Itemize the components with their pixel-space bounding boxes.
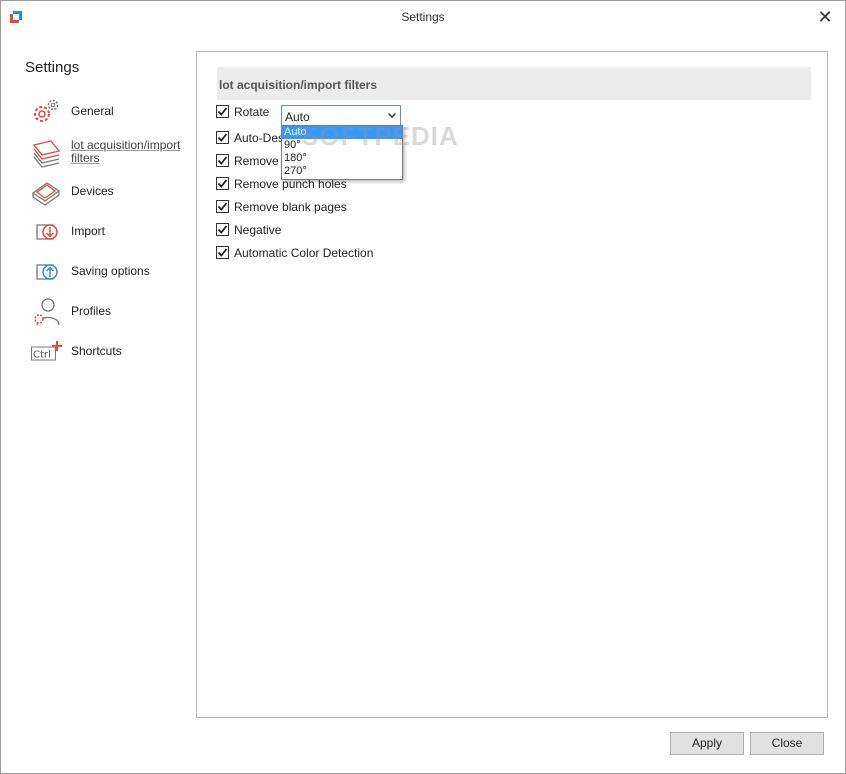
remove-punch-holes-checkbox[interactable] [216,177,229,190]
auto-deskew-checkbox[interactable] [216,131,229,144]
document-stack-icon [32,140,61,168]
rotate-checkbox[interactable] [216,105,229,118]
option-label: Negative [234,223,282,237]
close-icon[interactable]: ✕ [815,7,835,27]
sidebar-item-import[interactable]: Import [31,215,191,249]
sidebar-item-general[interactable]: General [31,95,191,129]
sidebar-item-devices[interactable]: Devices [31,175,191,209]
import-icon [36,224,58,240]
section-title: lot acquisition/import filters [219,78,378,92]
close-button[interactable]: Close [750,732,824,755]
sidebar-item-profiles[interactable]: Profiles [31,295,191,329]
svg-text:Ctrl: Ctrl [33,350,51,361]
rotate-option-auto[interactable]: Auto [282,126,402,139]
automatic-color-detection-checkbox[interactable] [216,246,229,259]
negative-checkbox[interactable] [216,223,229,236]
rotate-dropdown-list: Auto 90° 180° 270° [281,125,403,180]
sidebar-item-label: Import [71,224,106,238]
rotate-option-270[interactable]: 270° [282,165,402,178]
sidebar-heading: Settings [25,59,80,76]
sidebar-item-import-filters[interactable]: lot acquisition/import filters [31,137,191,171]
sidebar-item-label-line1: lot acquisition/import [71,138,181,152]
rotate-option-180[interactable]: 180° [282,152,402,165]
remove-blank-pages-checkbox[interactable] [216,200,229,213]
filters-panel: lot acquisition/import filters Rotate Au… [196,51,828,718]
window-title: Settings [401,10,445,24]
remove-b-checkbox[interactable] [216,154,229,167]
section-header: lot acquisition/import filters [217,67,811,100]
option-label: Remove blank pages [234,200,347,214]
sidebar-item-label-line2: filters [71,151,100,165]
sidebar-item-label: Devices [71,184,114,198]
sidebar-item-label: Saving options [71,264,150,278]
ctrl-key-icon: Ctrl [31,341,62,361]
option-label: Automatic Color Detection [234,246,374,260]
sidebar-item-shortcuts[interactable]: Ctrl Shortcuts [31,335,191,369]
rotate-select-value: Auto [285,110,310,124]
chevron-down-icon [388,113,396,118]
sidebar-item-label: Shortcuts [71,344,122,358]
sidebar-item-label: Profiles [71,304,112,318]
option-label: Rotate [234,105,270,119]
apply-button[interactable]: Apply [670,732,744,755]
profile-icon [34,298,60,326]
sidebar-item-label: General [71,104,114,118]
gear-icon [34,99,59,122]
settings-window: Settings ✕ Settings General lot acquisit… [0,0,846,774]
scanner-icon [31,182,61,206]
sidebar-item-label: lot acquisition/import filters [71,139,180,165]
title-bar: Settings ✕ [1,1,845,33]
rotate-option-90[interactable]: 90° [282,139,402,152]
saving-icon [36,264,58,280]
sidebar-item-saving-options[interactable]: Saving options [31,255,191,289]
rotate-select[interactable]: Auto [281,105,401,127]
